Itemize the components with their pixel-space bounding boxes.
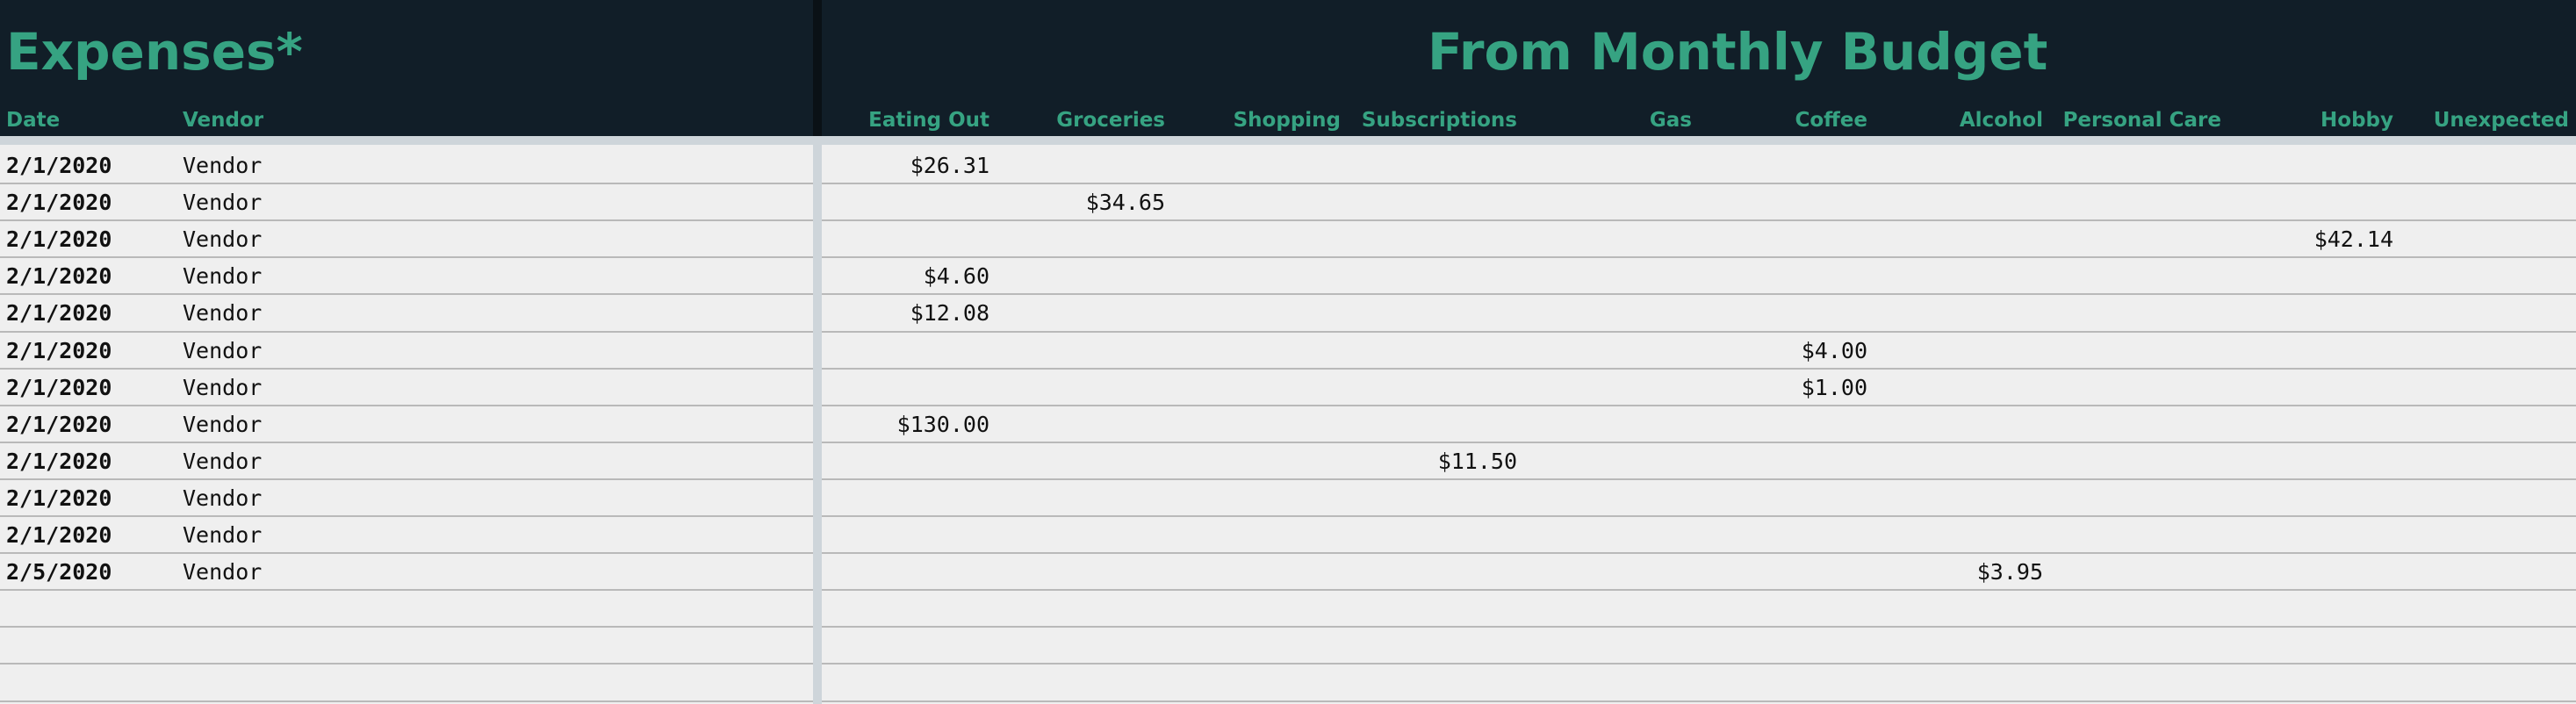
vendor-cell[interactable]: Vendor: [183, 295, 262, 332]
vendor-cell[interactable]: Vendor: [183, 370, 262, 406]
date-cell[interactable]: 2/1/2020: [6, 517, 112, 554]
row-gridline: [0, 626, 2576, 629]
vendor-cell[interactable]: Vendor: [183, 147, 262, 184]
row-gridline: [0, 404, 2576, 406]
column-header-category[interactable]: Unexpected: [2434, 109, 2569, 132]
date-cell[interactable]: 2/1/2020: [6, 184, 112, 221]
date-cell[interactable]: 2/1/2020: [6, 443, 112, 480]
vendor-cell[interactable]: Vendor: [183, 480, 262, 517]
date-cell[interactable]: 2/1/2020: [6, 147, 112, 184]
date-cell[interactable]: 2/1/2020: [6, 258, 112, 295]
row-gridline: [0, 441, 2576, 443]
date-cell[interactable]: 2/1/2020: [6, 480, 112, 517]
row-gridline: [0, 219, 2576, 222]
date-cell[interactable]: 2/1/2020: [6, 333, 112, 370]
amount-cell[interactable]: $4.60: [924, 258, 989, 295]
column-header-category[interactable]: Coffee: [1795, 109, 1867, 132]
vendor-cell[interactable]: Vendor: [183, 221, 262, 258]
date-cell[interactable]: 2/1/2020: [6, 370, 112, 406]
amount-cell[interactable]: $3.95: [1977, 554, 2043, 591]
column-header-category[interactable]: Gas: [1650, 109, 1692, 132]
vendor-cell[interactable]: Vendor: [183, 406, 262, 443]
amount-cell[interactable]: $42.14: [2314, 221, 2393, 258]
date-cell[interactable]: 2/1/2020: [6, 295, 112, 332]
row-gridline: [0, 330, 2576, 333]
amount-cell[interactable]: $1.00: [1802, 370, 1867, 406]
column-header-category[interactable]: Personal Care: [2063, 109, 2221, 132]
date-cell[interactable]: 2/1/2020: [6, 406, 112, 443]
vendor-cell[interactable]: Vendor: [183, 517, 262, 554]
row-gridline: [0, 663, 2576, 665]
amount-cell[interactable]: $26.31: [910, 147, 989, 184]
date-cell[interactable]: 2/5/2020: [6, 554, 112, 591]
row-gridline: [0, 293, 2576, 296]
monthly-budget-title: From Monthly Budget: [1428, 22, 2048, 82]
vendor-cell[interactable]: Vendor: [183, 258, 262, 295]
amount-cell[interactable]: $4.00: [1802, 333, 1867, 370]
spreadsheet: Expenses* From Monthly Budget Date Vendo…: [0, 0, 2576, 704]
column-header-category[interactable]: Hobby: [2321, 109, 2393, 132]
column-header-vendor[interactable]: Vendor: [183, 109, 263, 132]
column-header-category[interactable]: Alcohol: [1960, 109, 2043, 132]
row-gridline: [0, 700, 2576, 702]
row-gridline: [0, 478, 2576, 480]
vendor-cell[interactable]: Vendor: [183, 333, 262, 370]
column-header-date[interactable]: Date: [6, 109, 60, 132]
amount-cell[interactable]: $11.50: [1438, 443, 1517, 480]
column-header-category[interactable]: Groceries: [1056, 109, 1165, 132]
row-gridline: [0, 515, 2576, 517]
column-header-category[interactable]: Eating Out: [868, 109, 989, 132]
frozen-column-divider-top: [813, 0, 822, 136]
amount-cell[interactable]: $34.65: [1086, 184, 1165, 221]
date-cell[interactable]: 2/1/2020: [6, 221, 112, 258]
row-gridline: [0, 552, 2576, 555]
row-gridline: [0, 589, 2576, 592]
amount-cell[interactable]: $12.08: [910, 295, 989, 332]
vendor-cell[interactable]: Vendor: [183, 554, 262, 591]
amount-cell[interactable]: $130.00: [897, 406, 989, 443]
column-header-category[interactable]: Subscriptions: [1362, 109, 1517, 132]
row-gridline: [0, 256, 2576, 259]
expenses-title: Expenses*: [6, 22, 303, 82]
vendor-cell[interactable]: Vendor: [183, 184, 262, 221]
column-header-category[interactable]: Shopping: [1234, 109, 1341, 132]
row-gridline: [0, 183, 2576, 185]
vendor-cell[interactable]: Vendor: [183, 443, 262, 480]
row-gridline: [0, 367, 2576, 370]
header-separator: [0, 136, 2576, 145]
